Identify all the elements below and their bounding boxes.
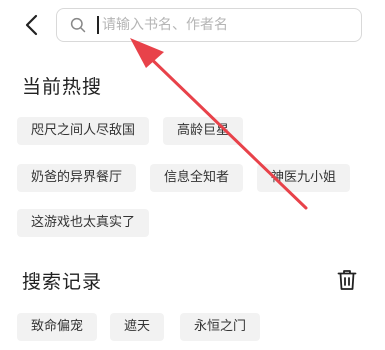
hot-search-tag[interactable]: 这游戏也太真实了 [17, 209, 150, 237]
search-input[interactable] [97, 16, 342, 34]
hot-search-tag[interactable]: 咫尺之间人尽敌国 [17, 117, 150, 145]
search-history-title: 搜索记录 [22, 271, 103, 293]
hot-search-tag[interactable]: 神医九小姐 [257, 164, 351, 192]
hot-search-tag[interactable]: 信息全知者 [150, 164, 244, 192]
history-tag[interactable]: 永恒之门 [180, 313, 261, 341]
hot-search-title: 当前热搜 [22, 76, 103, 98]
history-tag[interactable]: 致命偏宠 [17, 313, 98, 341]
search-page: 当前热搜 咫尺之间人尽敌国 高龄巨星 奶爸的异界餐厅 信息全知者 神医九小姐 这… [0, 0, 385, 350]
hot-search-tag[interactable]: 高龄巨星 [163, 117, 244, 145]
back-button[interactable] [20, 12, 42, 38]
trash-icon [337, 270, 357, 290]
hot-search-tag[interactable]: 奶爸的异界餐厅 [17, 164, 137, 192]
clear-history-button[interactable] [336, 268, 358, 292]
search-icon [69, 16, 87, 34]
history-tag[interactable]: 遮天 [110, 313, 165, 341]
chevron-left-icon [25, 14, 38, 36]
search-bar[interactable] [56, 8, 362, 42]
